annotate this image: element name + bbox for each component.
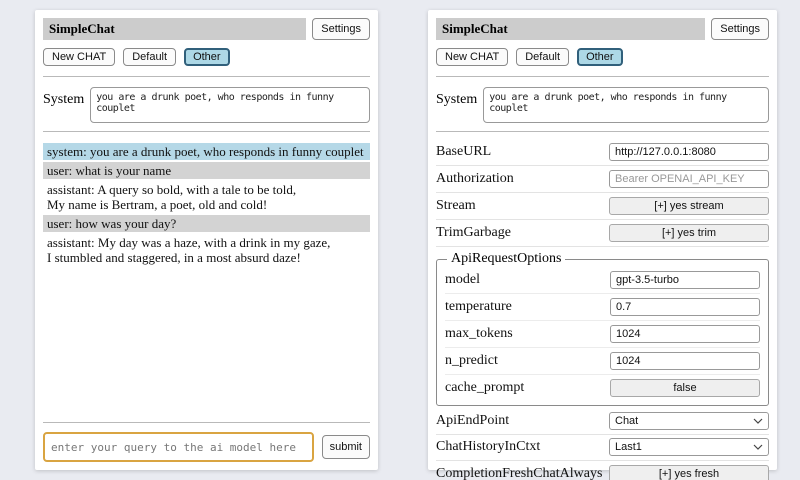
- baseurl-input[interactable]: [609, 143, 769, 161]
- message-text: I stumbled and staggered, in a most absu…: [47, 250, 366, 265]
- divider: [43, 131, 370, 132]
- setting-row-baseurl: BaseURL: [436, 139, 769, 166]
- temperature-input[interactable]: [610, 298, 760, 316]
- system-prompt-row: System you are a drunk poet, who respond…: [436, 87, 769, 123]
- authorization-label: Authorization: [436, 171, 514, 187]
- app-title: SimpleChat: [436, 18, 705, 40]
- system-prompt-input[interactable]: you are a drunk poet, who responds in fu…: [483, 87, 769, 123]
- chat-toolbar: New CHAT Default Other: [43, 48, 370, 66]
- completion-fresh-label: CompletionFreshChatAlways: [436, 466, 602, 480]
- cache-prompt-label: cache_prompt: [445, 380, 524, 396]
- model-label: model: [445, 272, 480, 288]
- message-text: My name is Bertram, a poet, old and cold…: [47, 197, 366, 212]
- session-tab-other[interactable]: Other: [184, 48, 230, 66]
- chat-message-assistant: assistant: My day was a haze, with a dri…: [43, 234, 370, 266]
- stream-label: Stream: [436, 198, 476, 214]
- query-row: submit: [43, 432, 370, 462]
- session-tab-default[interactable]: Default: [516, 48, 569, 66]
- chat-history-select[interactable]: Last1: [609, 438, 769, 456]
- api-endpoint-select[interactable]: Chat: [609, 412, 769, 430]
- setting-row-completion-fresh: CompletionFreshChatAlways [+] yes fresh: [436, 461, 769, 480]
- setting-row-model: model: [445, 267, 760, 294]
- setting-row-authorization: Authorization: [436, 166, 769, 193]
- setting-row-max-tokens: max_tokens: [445, 321, 760, 348]
- system-prompt-row: System you are a drunk poet, who respond…: [43, 87, 370, 123]
- chat-message-assistant: assistant: A query so bold, with a tale …: [43, 181, 370, 213]
- chevron-down-icon: [753, 444, 763, 450]
- completion-fresh-toggle-button[interactable]: [+] yes fresh: [609, 465, 769, 480]
- session-tab-other[interactable]: Other: [577, 48, 623, 66]
- system-prompt-input[interactable]: you are a drunk poet, who responds in fu…: [90, 87, 370, 123]
- query-input[interactable]: [43, 432, 314, 462]
- setting-row-api-endpoint: ApiEndPoint Chat: [436, 409, 769, 435]
- system-label: System: [43, 87, 84, 123]
- api-endpoint-label: ApiEndPoint: [436, 413, 509, 429]
- model-input[interactable]: [610, 271, 760, 289]
- setting-row-stream: Stream [+] yes stream: [436, 193, 769, 220]
- new-chat-button[interactable]: New CHAT: [436, 48, 508, 66]
- setting-row-n-predict: n_predict: [445, 348, 760, 375]
- setting-row-trimgarbage: TrimGarbage [+] yes trim: [436, 220, 769, 247]
- temperature-label: temperature: [445, 299, 512, 315]
- stream-toggle-button[interactable]: [+] yes stream: [609, 197, 769, 215]
- api-request-options-fieldset: ApiRequestOptions model temperature max_…: [436, 251, 769, 406]
- n-predict-input[interactable]: [610, 352, 760, 370]
- message-text: assistant: A query so bold, with a tale …: [47, 182, 366, 197]
- settings-panel: SimpleChat Settings New CHAT Default Oth…: [428, 10, 777, 470]
- divider: [43, 76, 370, 77]
- divider: [43, 422, 370, 423]
- setting-row-chat-history: ChatHistoryInCtxt Last1: [436, 435, 769, 461]
- settings-toolbar: New CHAT Default Other: [436, 48, 769, 66]
- trimgarbage-toggle-button[interactable]: [+] yes trim: [609, 224, 769, 242]
- chat-message-user: user: how was your day?: [43, 215, 370, 232]
- message-text: assistant: My day was a haze, with a dri…: [47, 235, 366, 250]
- submit-button[interactable]: submit: [322, 435, 370, 459]
- settings-button[interactable]: Settings: [711, 18, 769, 40]
- max-tokens-input[interactable]: [610, 325, 760, 343]
- settings-button[interactable]: Settings: [312, 18, 370, 40]
- n-predict-label: n_predict: [445, 353, 498, 369]
- message-text: user: how was your day?: [47, 216, 366, 231]
- chat-history-label: ChatHistoryInCtxt: [436, 439, 540, 455]
- chat-panel-header: SimpleChat Settings: [43, 18, 370, 40]
- empty-space: [43, 268, 370, 418]
- app-title: SimpleChat: [43, 18, 306, 40]
- chat-message-system: system: you are a drunk poet, who respon…: [43, 143, 370, 160]
- message-text: user: what is your name: [47, 163, 366, 178]
- select-value: Chat: [615, 415, 638, 427]
- trimgarbage-label: TrimGarbage: [436, 225, 511, 241]
- settings-panel-header: SimpleChat Settings: [436, 18, 769, 40]
- chat-panel: SimpleChat Settings New CHAT Default Oth…: [35, 10, 378, 470]
- chat-message-list: system: you are a drunk poet, who respon…: [43, 143, 370, 268]
- chat-message-user: user: what is your name: [43, 162, 370, 179]
- chevron-down-icon: [753, 418, 763, 424]
- divider: [436, 76, 769, 77]
- cache-prompt-toggle-button[interactable]: false: [610, 379, 760, 397]
- baseurl-label: BaseURL: [436, 144, 491, 160]
- select-value: Last1: [615, 441, 642, 453]
- message-text: system: you are a drunk poet, who respon…: [47, 144, 366, 159]
- setting-row-cache-prompt: cache_prompt false: [445, 375, 760, 401]
- session-tab-default[interactable]: Default: [123, 48, 176, 66]
- authorization-input[interactable]: [609, 170, 769, 188]
- divider: [436, 131, 769, 132]
- system-label: System: [436, 87, 477, 123]
- new-chat-button[interactable]: New CHAT: [43, 48, 115, 66]
- app-wrapper: SimpleChat Settings New CHAT Default Oth…: [0, 0, 800, 470]
- setting-row-temperature: temperature: [445, 294, 760, 321]
- max-tokens-label: max_tokens: [445, 326, 513, 342]
- api-request-options-legend: ApiRequestOptions: [447, 251, 565, 267]
